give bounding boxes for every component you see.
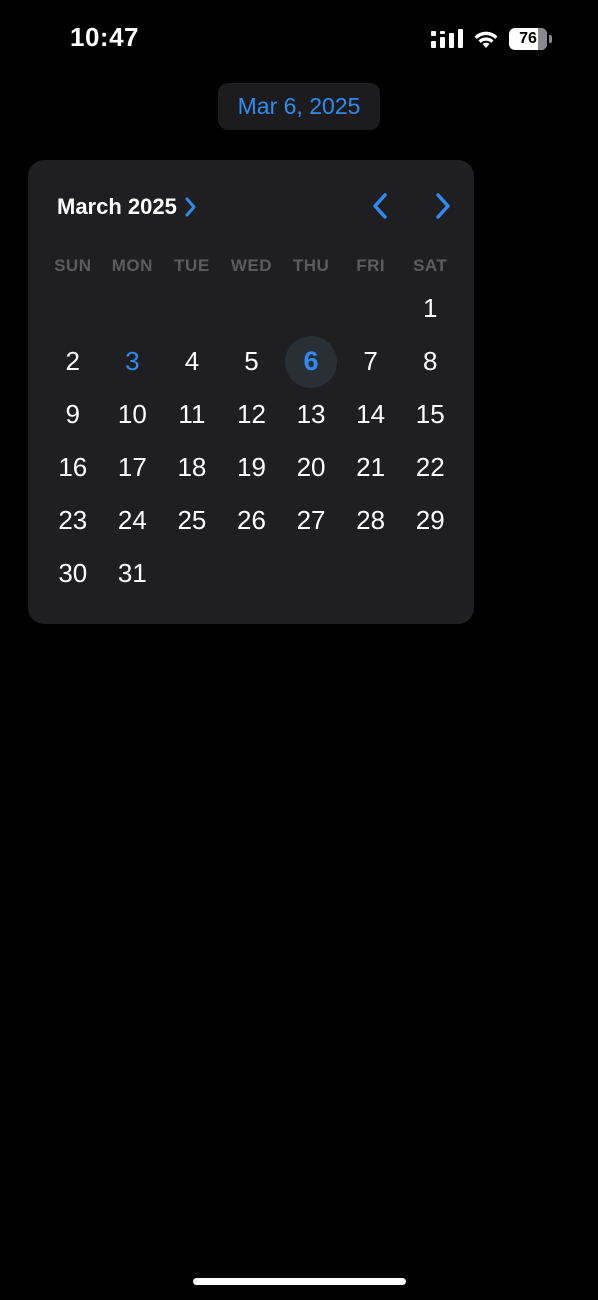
day-number: 16 <box>58 452 88 482</box>
day-number: 26 <box>237 505 266 535</box>
day-number: 15 <box>415 399 445 429</box>
day-number: 29 <box>415 505 445 535</box>
day-number: 11 <box>178 399 206 429</box>
day-number: 13 <box>296 399 326 429</box>
day-number: 20 <box>296 452 326 482</box>
calendar-header: March 2025 <box>28 160 474 258</box>
day-cell[interactable]: 20 <box>281 441 341 494</box>
day-number: 30 <box>58 558 88 588</box>
day-number: 22 <box>415 452 445 482</box>
day-cell-empty <box>43 282 103 335</box>
day-cell-empty <box>281 282 341 335</box>
day-number: 24 <box>117 505 147 535</box>
day-number: 28 <box>356 505 386 535</box>
weekday-label: WED <box>230 256 273 275</box>
day-number: 18 <box>177 452 207 482</box>
day-cell[interactable]: 16 <box>43 441 103 494</box>
day-cell-empty <box>341 282 401 335</box>
day-number: 19 <box>237 452 266 482</box>
day-cell[interactable]: 28 <box>341 494 401 547</box>
day-cell[interactable]: 2 <box>43 335 103 388</box>
day-number: 25 <box>177 505 207 535</box>
weekday-label: MON <box>111 256 153 275</box>
previous-month-button[interactable] <box>362 190 398 226</box>
day-cell-empty <box>222 282 282 335</box>
day-cell[interactable]: 3 <box>103 335 163 388</box>
day-cell[interactable]: 25 <box>162 494 222 547</box>
chevron-left-icon <box>371 192 389 225</box>
day-cell-empty <box>162 282 222 335</box>
day-cell[interactable]: 17 <box>103 441 163 494</box>
day-number: 23 <box>58 505 88 535</box>
calendar-popover: March 2025 SUN MON TUE WED THU FRI SAT 1… <box>28 160 474 624</box>
day-number: 1 <box>422 293 438 323</box>
day-number: 12 <box>237 399 266 429</box>
day-number: 31 <box>117 558 147 588</box>
month-year-label: March 2025 <box>57 194 177 219</box>
chevron-right-icon <box>185 197 197 217</box>
month-year-selector[interactable]: March 2025 <box>57 194 197 220</box>
day-number: 5 <box>244 346 259 376</box>
day-cell[interactable]: 1 <box>400 282 460 335</box>
day-cell[interactable]: 4 <box>162 335 222 388</box>
battery-icon: 76 <box>509 28 552 50</box>
day-cell[interactable]: 22 <box>400 441 460 494</box>
day-number: 4 <box>184 346 200 376</box>
weekday-label: THU <box>292 256 330 275</box>
day-cell-empty <box>103 282 163 335</box>
day-cell[interactable]: 30 <box>43 547 103 600</box>
day-cell[interactable]: 21 <box>341 441 401 494</box>
wifi-icon <box>473 29 499 49</box>
day-number: 6 <box>285 335 338 388</box>
cellular-signal-icon <box>431 29 463 49</box>
day-cell[interactable]: 26 <box>222 494 282 547</box>
day-cell[interactable]: 19 <box>222 441 282 494</box>
day-number: 9 <box>65 399 81 429</box>
day-number: 10 <box>117 399 147 429</box>
day-number: 3 <box>125 346 140 376</box>
day-cell[interactable]: 15 <box>400 388 460 441</box>
screen: 10:47 76 Mar 6, 2025 March 2025 SUN MON … <box>0 0 598 1300</box>
day-cell[interactable]: 23 <box>43 494 103 547</box>
weekday-label: SUN <box>54 256 92 275</box>
day-grid: 1 2 3 4 5 6 7 8 9 10 11 12 13 14 15 16 17 18 19 20 21 22 23 24 2… <box>43 282 460 600</box>
day-cell[interactable]: 27 <box>281 494 341 547</box>
day-cell[interactable]: 9 <box>43 388 103 441</box>
day-cell[interactable]: 8 <box>400 335 460 388</box>
day-number: 27 <box>296 505 326 535</box>
next-month-button[interactable] <box>425 190 461 226</box>
day-number: 8 <box>422 346 438 376</box>
day-number: 14 <box>356 399 386 429</box>
day-cell[interactable]: 7 <box>341 335 401 388</box>
status-time: 10:47 <box>70 22 139 52</box>
weekday-label: FRI <box>356 256 386 275</box>
day-cell[interactable]: 24 <box>103 494 163 547</box>
chevron-right-icon <box>434 192 452 225</box>
weekday-header-row: SUN MON TUE WED THU FRI SAT <box>43 256 460 280</box>
day-number: 7 <box>363 346 378 376</box>
day-cell[interactable]: 10 <box>103 388 163 441</box>
status-icons: 76 <box>431 24 552 54</box>
day-cell-selected[interactable]: 6 <box>281 335 341 388</box>
day-number: 17 <box>117 452 147 482</box>
day-cell[interactable]: 12 <box>222 388 282 441</box>
day-cell[interactable]: 5 <box>222 335 282 388</box>
day-cell[interactable]: 13 <box>281 388 341 441</box>
day-cell[interactable]: 14 <box>341 388 401 441</box>
day-number: 21 <box>356 452 386 482</box>
day-cell[interactable]: 18 <box>162 441 222 494</box>
day-cell[interactable]: 29 <box>400 494 460 547</box>
day-number: 2 <box>65 346 81 376</box>
weekday-label: SAT <box>413 256 448 275</box>
weekday-label: TUE <box>174 256 210 275</box>
battery-level: 76 <box>519 30 537 47</box>
date-picker-button[interactable]: Mar 6, 2025 <box>218 83 380 130</box>
home-indicator[interactable] <box>193 1278 406 1285</box>
day-cell[interactable]: 11 <box>162 388 222 441</box>
day-cell[interactable]: 31 <box>103 547 163 600</box>
